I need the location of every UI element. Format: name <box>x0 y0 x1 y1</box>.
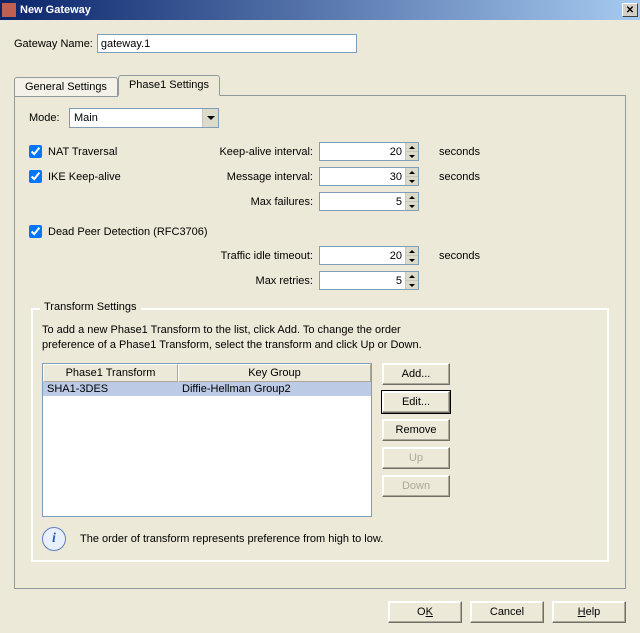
info-icon: i <box>42 527 66 551</box>
add-button[interactable]: Add... <box>382 363 450 385</box>
ike-keepalive-checkbox[interactable]: IKE Keep-alive <box>29 170 189 183</box>
ike-keepalive-input[interactable] <box>29 170 42 183</box>
ok-button[interactable]: OK <box>388 601 462 623</box>
transform-order-info: The order of transform represents prefer… <box>80 533 383 545</box>
window-title: New Gateway <box>20 4 622 16</box>
max-failures-spinner[interactable] <box>319 192 419 211</box>
message-interval-spinner[interactable] <box>319 167 419 186</box>
traffic-idle-input[interactable] <box>320 247 405 264</box>
keepalive-interval-unit: seconds <box>429 146 499 158</box>
edit-button[interactable]: Edit... <box>382 391 450 413</box>
titlebar: New Gateway ✕ <box>0 0 640 20</box>
up-button[interactable]: Up <box>382 447 450 469</box>
spin-down-icon[interactable] <box>406 177 418 185</box>
gateway-name-label: Gateway Name: <box>14 38 93 50</box>
tab-strip: General Settings Phase1 Settings <box>14 75 626 95</box>
spin-up-icon[interactable] <box>406 272 418 281</box>
column-phase1-transform[interactable]: Phase1 Transform <box>43 364 178 382</box>
spin-down-icon[interactable] <box>406 256 418 264</box>
column-key-group[interactable]: Key Group <box>178 364 371 382</box>
close-button[interactable]: ✕ <box>622 3 638 17</box>
traffic-idle-label: Traffic idle timeout: <box>189 250 319 262</box>
traffic-idle-spinner[interactable] <box>319 246 419 265</box>
transform-settings-legend: Transform Settings <box>40 301 141 313</box>
message-interval-input[interactable] <box>320 168 405 185</box>
down-button[interactable]: Down <box>382 475 450 497</box>
help-button[interactable]: Help <box>552 601 626 623</box>
cell-transform: SHA1-3DES <box>43 382 178 396</box>
phase1-panel: Mode: Main NAT Traversal Keep-alive inte… <box>14 95 626 589</box>
gateway-name-input[interactable] <box>97 34 357 53</box>
traffic-idle-unit: seconds <box>429 250 499 262</box>
nat-traversal-checkbox[interactable]: NAT Traversal <box>29 145 189 158</box>
message-interval-label: Message interval: <box>189 171 319 183</box>
mode-select[interactable]: Main <box>69 108 219 128</box>
max-retries-label: Max retries: <box>189 275 319 287</box>
cell-keygroup: Diffie-Hellman Group2 <box>178 382 371 396</box>
mode-select-value: Main <box>70 112 202 124</box>
window-body: Gateway Name: General Settings Phase1 Se… <box>0 20 640 633</box>
spin-down-icon[interactable] <box>406 152 418 160</box>
dialog-buttons: OK Cancel Help <box>14 601 626 623</box>
max-retries-input[interactable] <box>320 272 405 289</box>
keepalive-interval-spinner[interactable] <box>319 142 419 161</box>
table-row[interactable]: SHA1-3DES Diffie-Hellman Group2 <box>43 382 371 396</box>
dpd-label: Dead Peer Detection (RFC3706) <box>48 226 208 238</box>
dpd-input[interactable] <box>29 225 42 238</box>
keepalive-interval-input[interactable] <box>320 143 405 160</box>
transform-settings-group: Transform Settings To add a new Phase1 T… <box>31 308 609 562</box>
chevron-down-icon <box>202 109 218 127</box>
transform-instructions: To add a new Phase1 Transform to the lis… <box>42 323 422 353</box>
nat-traversal-label: NAT Traversal <box>48 146 117 158</box>
spin-down-icon[interactable] <box>406 281 418 289</box>
spin-up-icon[interactable] <box>406 247 418 256</box>
spin-down-icon[interactable] <box>406 202 418 210</box>
remove-button[interactable]: Remove <box>382 419 450 441</box>
max-failures-label: Max failures: <box>189 196 319 208</box>
spin-up-icon[interactable] <box>406 143 418 152</box>
cancel-button[interactable]: Cancel <box>470 601 544 623</box>
ike-keepalive-label: IKE Keep-alive <box>48 171 121 183</box>
transform-table[interactable]: Phase1 Transform Key Group SHA1-3DES Dif… <box>42 363 372 517</box>
app-icon <box>2 3 16 17</box>
spin-up-icon[interactable] <box>406 193 418 202</box>
tab-general-settings[interactable]: General Settings <box>14 77 118 97</box>
mode-label: Mode: <box>29 112 69 124</box>
message-interval-unit: seconds <box>429 171 499 183</box>
max-failures-input[interactable] <box>320 193 405 210</box>
max-retries-spinner[interactable] <box>319 271 419 290</box>
spin-up-icon[interactable] <box>406 168 418 177</box>
tab-phase1-settings[interactable]: Phase1 Settings <box>118 75 220 96</box>
keepalive-interval-label: Keep-alive interval: <box>189 146 319 158</box>
dpd-checkbox[interactable]: Dead Peer Detection (RFC3706) <box>29 225 611 238</box>
nat-traversal-input[interactable] <box>29 145 42 158</box>
